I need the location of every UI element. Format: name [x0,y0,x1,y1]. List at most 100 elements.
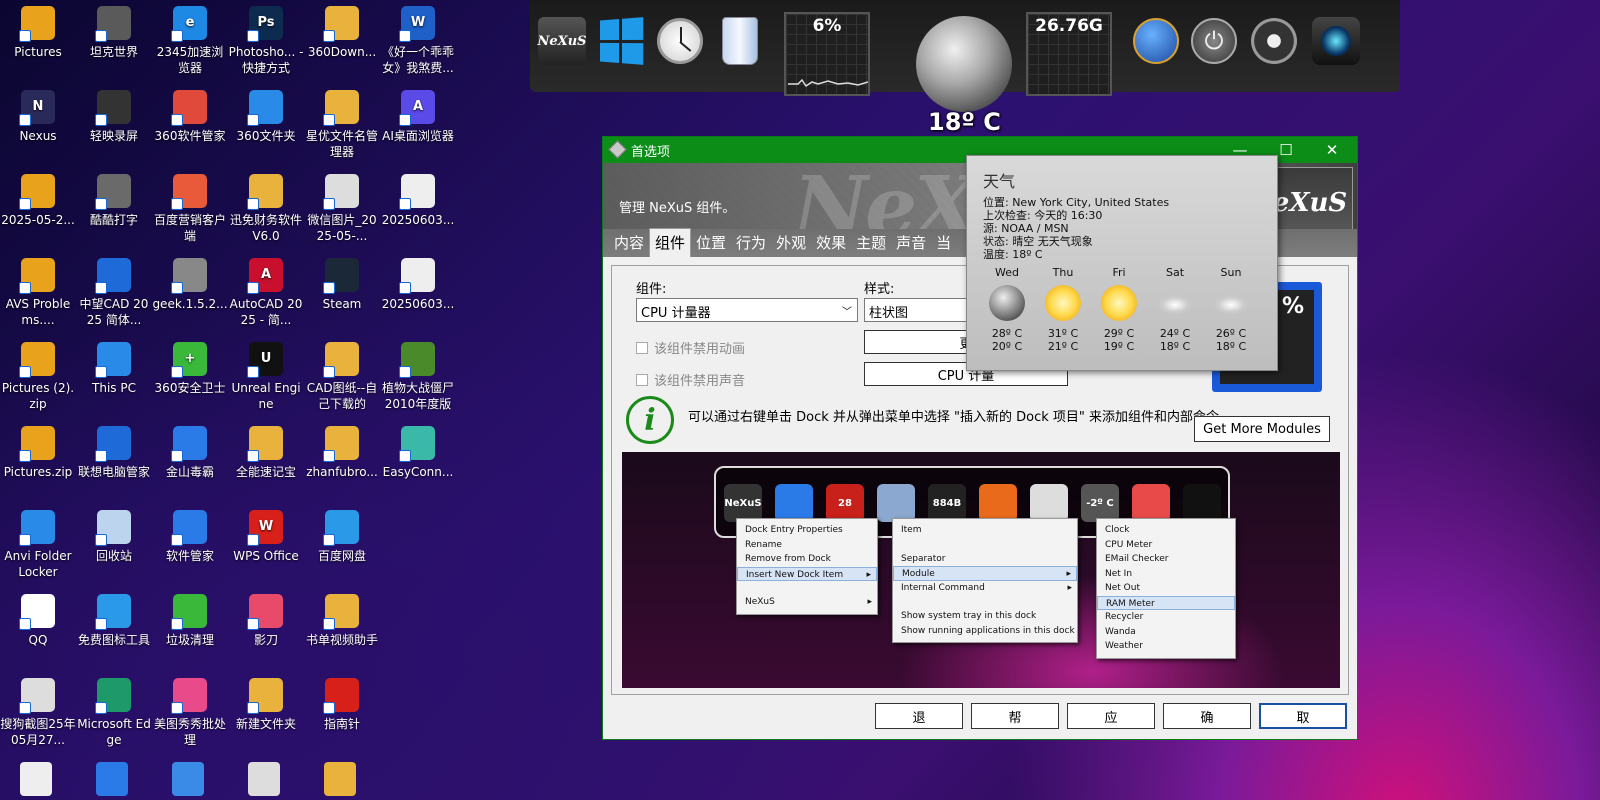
desktop-icon[interactable]: zhanfubro... [304,420,380,480]
dialog-button-0[interactable]: 退 [875,703,963,729]
menu-item[interactable]: Item [893,523,1077,538]
menu-item[interactable]: Internal Command ▸ [893,581,1077,596]
desktop-icon[interactable] [172,762,204,796]
desktop-icon[interactable]: W 《好一个乖乖女》我煞费... [380,0,456,76]
component-select[interactable]: CPU 计量器 ﹀ [636,298,858,322]
desktop-icon[interactable] [20,762,52,796]
desktop-icon[interactable]: 酷酷打字 [76,168,152,228]
menu-item[interactable]: Rename [737,538,877,553]
desktop-icon[interactable]: 360文件夹 [228,84,304,144]
disable-sound-checkbox[interactable]: 该组件禁用声音 [636,370,745,389]
menu-item[interactable]: Module ▸ [893,566,1077,581]
menu-item[interactable]: Clock [1097,523,1235,538]
network-globe-icon[interactable] [1130,10,1182,72]
desktop-icon[interactable]: 360软件管家 [152,84,228,144]
desktop-icon[interactable]: EasyConn... [380,420,456,480]
desktop-icon[interactable]: 指南针 [304,672,380,732]
cpu-meter[interactable]: 6% [784,12,870,96]
speaker-icon[interactable] [1248,10,1300,72]
desktop-icon[interactable]: Pictures [0,0,76,60]
desktop-icon[interactable]: 微信图片_2025-05-... [304,168,380,244]
dialog-button-1[interactable]: 帮 [971,703,1059,729]
desktop-icon[interactable]: QQ [0,588,76,648]
dialog-button-4[interactable]: 取 [1259,703,1347,729]
desktop-icon[interactable]: 影刀 [228,588,304,648]
desktop-icon[interactable]: U Unreal Engine [228,336,304,412]
desktop-icon[interactable]: 新建文件夹 [228,672,304,732]
desktop-icon[interactable]: e 2345加速浏览器 [152,0,228,76]
webcam-icon[interactable] [1310,10,1362,72]
menu-item[interactable]: Show system tray in this dock [893,609,1077,624]
desktop-icon[interactable]: geek.1.5.2... [152,252,228,312]
tab-7[interactable]: 声音 [891,232,931,257]
desktop-icon[interactable]: A AI桌面浏览器 [380,84,456,144]
desktop-icon[interactable]: 全能速记宝 [228,420,304,480]
desktop-icon[interactable] [248,762,280,796]
tab-8[interactable]: 当 [931,232,956,257]
menu-item[interactable]: Net In [1097,567,1235,582]
desktop-icon[interactable]: Pictures.zip [0,420,76,480]
menu-item[interactable]: NeXuS ▸ [737,595,877,610]
desktop-icon[interactable]: 迅免财务软件V6.0 [228,168,304,244]
desktop-icon[interactable]: 轻映录屏 [76,84,152,144]
desktop-icon[interactable]: Steam [304,252,380,312]
menu-item[interactable]: Net Out [1097,581,1235,596]
desktop-icon[interactable]: N Nexus [0,84,76,144]
desktop-icon[interactable]: W WPS Office [228,504,304,564]
desktop-icon[interactable]: 回收站 [76,504,152,564]
desktop-icon[interactable]: 百度网盘 [304,504,380,564]
desktop-icon[interactable]: This PC [76,336,152,396]
tab-0[interactable]: 内容 [609,232,649,257]
menu-item[interactable]: Insert New Dock Item ▸ [737,566,877,581]
nexus-logo-icon[interactable]: NeXuS [536,10,588,72]
desktop-icon[interactable]: 中望CAD 2025 简体... [76,252,152,328]
moon-weather-icon[interactable] [916,16,1012,112]
desktop-icon[interactable]: 20250603... [380,252,456,312]
desktop-icon[interactable]: 美图秀秀批处理 [152,672,228,748]
desktop-icon[interactable]: 植物大战僵尸2010年度版 [380,336,456,412]
desktop-icon[interactable]: 20250603... [380,168,456,228]
desktop-icon[interactable]: 百度营销客户端 [152,168,228,244]
menu-item[interactable]: EMail Checker [1097,552,1235,567]
menu-item[interactable]: Weather [1097,639,1235,654]
menu-item[interactable]: Dock Entry Properties [737,523,877,538]
menu-item[interactable]: Show running applications in this dock [893,624,1077,639]
close-button[interactable]: ✕ [1309,137,1355,163]
ram-meter[interactable]: 26.76G [1026,12,1112,96]
power-icon[interactable]: ⏻ [1188,10,1240,72]
menu-item[interactable]: Remove from Dock [737,552,877,567]
desktop-icon[interactable]: AVS Problems.... [0,252,76,328]
desktop-icon[interactable]: Pictures (2).zip [0,336,76,412]
tab-5[interactable]: 效果 [811,232,851,257]
menu-item[interactable]: Separator [893,552,1077,567]
desktop-icon[interactable]: 金山毒霸 [152,420,228,480]
desktop-icon[interactable] [324,762,356,796]
tab-4[interactable]: 外观 [771,232,811,257]
desktop-icon[interactable]: Anvi Folder Locker [0,504,76,580]
desktop-icon[interactable]: 免费图标工具 [76,588,152,648]
disable-animation-checkbox[interactable]: 该组件禁用动画 [636,338,745,357]
menu-item[interactable]: RAM Meter [1097,595,1235,610]
desktop-icon[interactable]: 垃圾清理 [152,588,228,648]
dialog-button-3[interactable]: 确 [1163,703,1251,729]
menu-item[interactable]: CPU Meter [1097,538,1235,553]
desktop-icon[interactable]: 搜狗截图25年05月27... [0,672,76,748]
desktop-icon[interactable]: 360Down... [304,0,380,60]
desktop-icon[interactable]: +360安全卫士 [152,336,228,396]
desktop-icon[interactable]: A AutoCAD 2025 - 简... [228,252,304,328]
desktop-icon[interactable]: 坦克世界 [76,0,152,60]
desktop-icon[interactable]: Ps Photosho... - 快捷方式 [228,0,304,76]
recycle-bin-icon[interactable] [714,10,766,72]
tab-6[interactable]: 主题 [851,232,891,257]
get-more-modules-button[interactable]: Get More Modules [1194,416,1330,442]
desktop-icon[interactable]: 联想电脑管家 [76,420,152,480]
desktop-icon[interactable]: CAD图纸--自己下载的 [304,336,380,412]
tab-3[interactable]: 行为 [731,232,771,257]
desktop-icon[interactable]: Microsoft Edge [76,672,152,748]
menu-item[interactable]: Wanda [1097,625,1235,640]
tab-2[interactable]: 位置 [691,232,731,257]
desktop-icon[interactable]: 软件管家 [152,504,228,564]
tab-1[interactable]: 组件 [649,228,692,257]
desktop-icon[interactable]: 书单视频助手 [304,588,380,648]
desktop-icon[interactable]: 星优文件名管理器 [304,84,380,160]
